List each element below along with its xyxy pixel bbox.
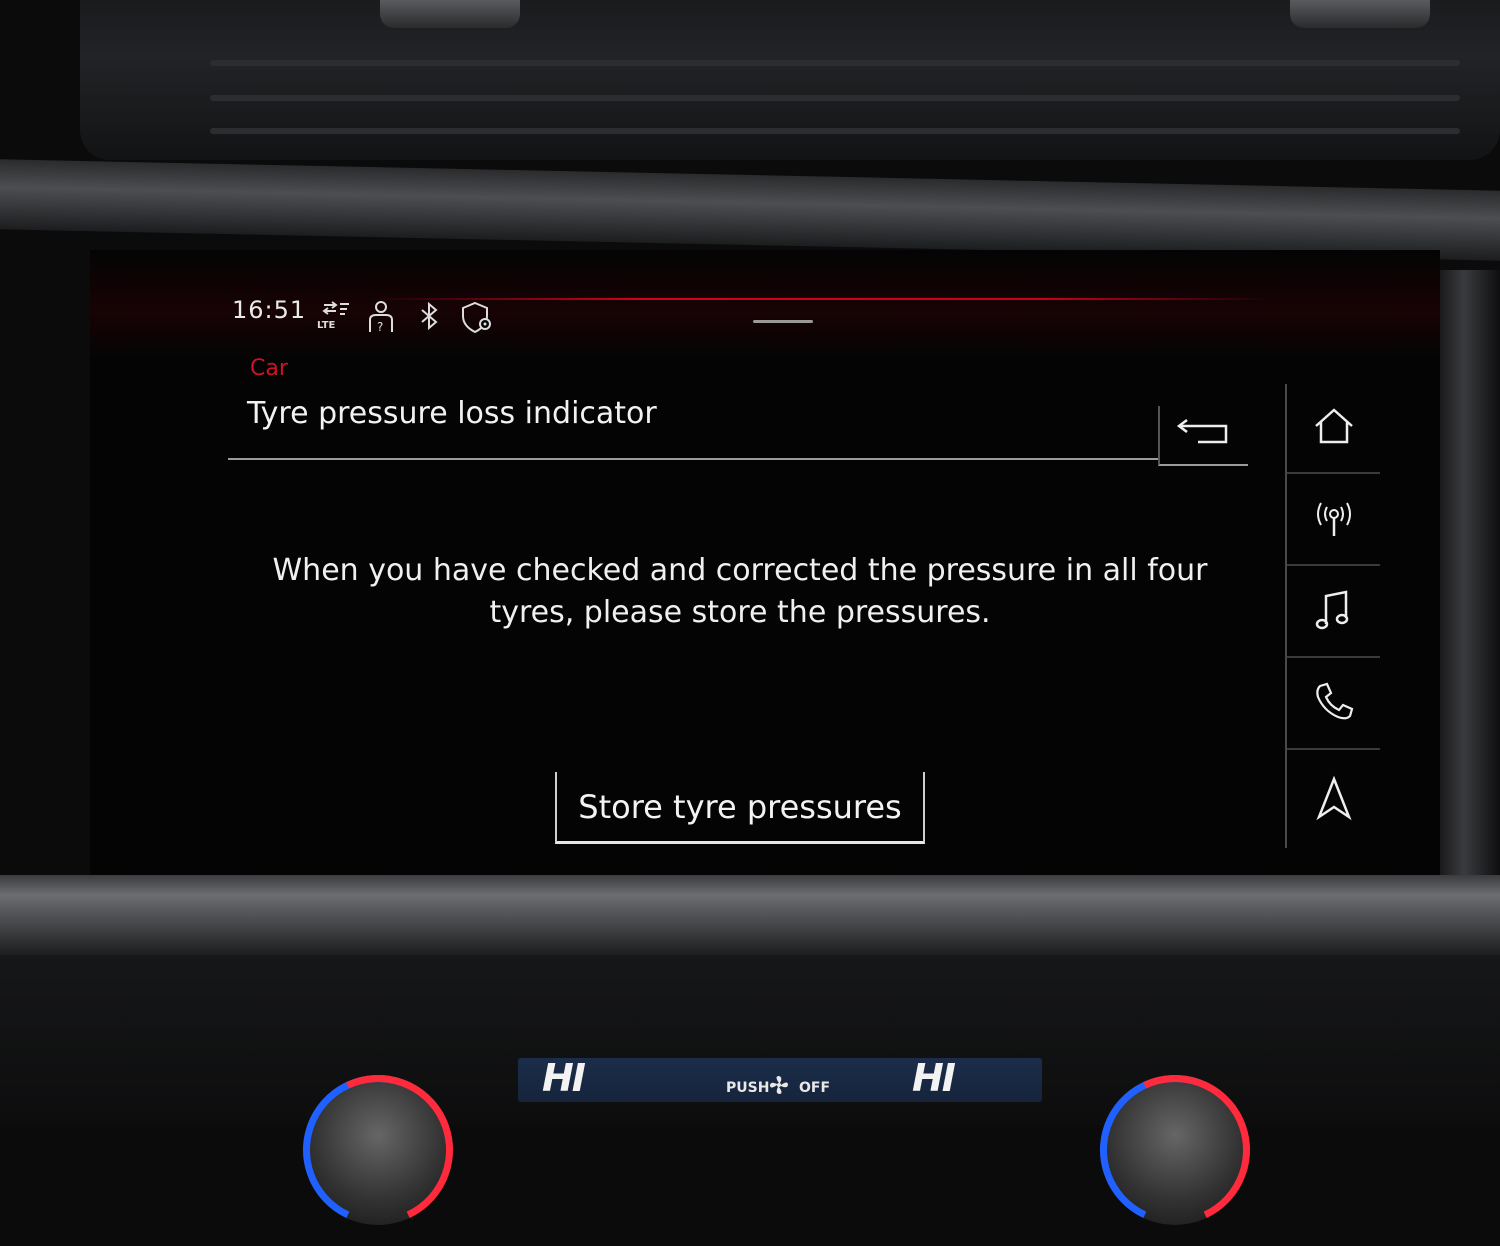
fan-icon [768, 1074, 790, 1096]
store-tyre-pressures-button[interactable]: Store tyre pressures [555, 772, 925, 844]
fan-push-label: PUSH [726, 1080, 770, 1096]
dashboard-trim-top [0, 159, 1500, 261]
nav-item-home[interactable] [1287, 384, 1380, 474]
lte-signal-icon: LTE [316, 300, 352, 336]
vent-slat [210, 95, 1460, 101]
nav-item-phone[interactable] [1287, 660, 1380, 750]
location-shield-icon [460, 300, 496, 336]
infotainment-screen: 16:51 LTE ? Car Tyre pressure loss indic… [90, 250, 1440, 875]
nav-item-radio[interactable] [1287, 476, 1380, 566]
status-accent-line [370, 298, 1270, 300]
instruction-message: When you have checked and corrected the … [272, 553, 1208, 630]
navigation-icon [1314, 775, 1354, 825]
air-vent [80, 0, 1500, 160]
vent-adjuster [1290, 0, 1430, 28]
vent-slat [210, 60, 1460, 66]
climate-display: HI PUSH OFF HI [518, 1056, 1042, 1102]
music-icon [1312, 588, 1356, 636]
title-divider [228, 458, 1158, 460]
store-button-label: Store tyre pressures [578, 787, 902, 826]
left-temperature: HI [542, 1056, 586, 1100]
page-title: Tyre pressure loss indicator [247, 396, 657, 431]
home-icon [1312, 406, 1356, 450]
phone-icon [1312, 680, 1356, 728]
driver-profile-icon: ? [364, 300, 400, 336]
nav-rail [1285, 384, 1380, 848]
nav-item-music[interactable] [1287, 568, 1380, 658]
right-temperature: HI [912, 1056, 956, 1100]
bluetooth-icon [412, 300, 448, 336]
svg-text:?: ? [377, 320, 383, 334]
dashboard-trim-bottom [0, 875, 1500, 955]
vent-adjuster [380, 0, 520, 28]
right-temperature-knob[interactable] [1078, 1053, 1272, 1246]
svg-text:LTE: LTE [317, 320, 336, 331]
pull-down-handle[interactable] [753, 320, 813, 323]
clock: 16:51 [232, 296, 307, 324]
breadcrumb[interactable]: Car [250, 356, 288, 381]
fan-off-label: OFF [799, 1080, 831, 1096]
radio-icon [1312, 496, 1356, 544]
back-arrow-icon [1176, 418, 1232, 452]
back-button[interactable] [1158, 406, 1248, 466]
nav-item-navigation[interactable] [1287, 752, 1380, 848]
dashboard-trim-right [1440, 270, 1500, 890]
vent-slat [210, 128, 1460, 134]
left-temperature-knob[interactable] [281, 1053, 475, 1246]
